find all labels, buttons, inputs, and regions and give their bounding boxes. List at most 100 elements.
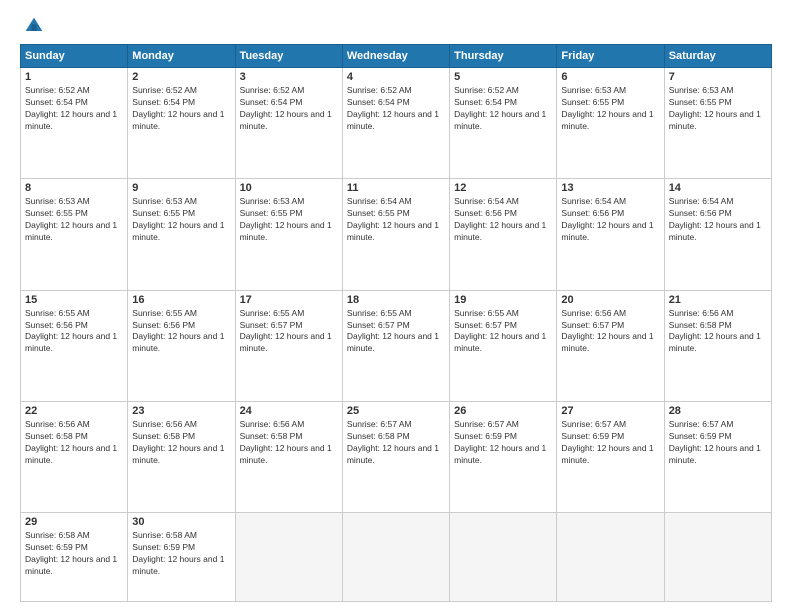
logo [20, 16, 44, 36]
day-number: 19 [454, 294, 552, 306]
day-number: 22 [25, 405, 123, 417]
day-info: Sunrise: 6:57 AM Sunset: 6:59 PM Dayligh… [454, 419, 552, 467]
day-number: 24 [240, 405, 338, 417]
day-number: 10 [240, 182, 338, 194]
day-cell: 23 Sunrise: 6:56 AM Sunset: 6:58 PM Dayl… [128, 402, 235, 513]
day-cell: 28 Sunrise: 6:57 AM Sunset: 6:59 PM Dayl… [664, 402, 771, 513]
day-cell: 15 Sunrise: 6:55 AM Sunset: 6:56 PM Dayl… [21, 290, 128, 401]
day-info: Sunrise: 6:56 AM Sunset: 6:58 PM Dayligh… [669, 308, 767, 356]
day-number: 9 [132, 182, 230, 194]
day-info: Sunrise: 6:57 AM Sunset: 6:58 PM Dayligh… [347, 419, 445, 467]
day-cell: 22 Sunrise: 6:56 AM Sunset: 6:58 PM Dayl… [21, 402, 128, 513]
day-number: 27 [561, 405, 659, 417]
day-cell: 9 Sunrise: 6:53 AM Sunset: 6:55 PM Dayli… [128, 179, 235, 290]
day-info: Sunrise: 6:52 AM Sunset: 6:54 PM Dayligh… [454, 85, 552, 133]
day-info: Sunrise: 6:53 AM Sunset: 6:55 PM Dayligh… [669, 85, 767, 133]
day-cell [450, 513, 557, 602]
day-info: Sunrise: 6:56 AM Sunset: 6:58 PM Dayligh… [25, 419, 123, 467]
day-number: 29 [25, 516, 123, 528]
page: SundayMondayTuesdayWednesdayThursdayFrid… [0, 0, 792, 612]
day-cell: 18 Sunrise: 6:55 AM Sunset: 6:57 PM Dayl… [342, 290, 449, 401]
day-cell [664, 513, 771, 602]
day-cell: 20 Sunrise: 6:56 AM Sunset: 6:57 PM Dayl… [557, 290, 664, 401]
column-header-friday: Friday [557, 45, 664, 68]
day-number: 3 [240, 71, 338, 83]
day-cell: 17 Sunrise: 6:55 AM Sunset: 6:57 PM Dayl… [235, 290, 342, 401]
day-number: 12 [454, 182, 552, 194]
day-cell: 7 Sunrise: 6:53 AM Sunset: 6:55 PM Dayli… [664, 68, 771, 179]
day-info: Sunrise: 6:52 AM Sunset: 6:54 PM Dayligh… [132, 85, 230, 133]
day-cell: 10 Sunrise: 6:53 AM Sunset: 6:55 PM Dayl… [235, 179, 342, 290]
day-number: 23 [132, 405, 230, 417]
week-row-5: 29 Sunrise: 6:58 AM Sunset: 6:59 PM Dayl… [21, 513, 772, 602]
day-number: 2 [132, 71, 230, 83]
day-info: Sunrise: 6:55 AM Sunset: 6:57 PM Dayligh… [454, 308, 552, 356]
column-header-saturday: Saturday [664, 45, 771, 68]
day-number: 18 [347, 294, 445, 306]
day-number: 13 [561, 182, 659, 194]
day-cell: 5 Sunrise: 6:52 AM Sunset: 6:54 PM Dayli… [450, 68, 557, 179]
day-cell: 16 Sunrise: 6:55 AM Sunset: 6:56 PM Dayl… [128, 290, 235, 401]
day-cell: 14 Sunrise: 6:54 AM Sunset: 6:56 PM Dayl… [664, 179, 771, 290]
day-cell: 21 Sunrise: 6:56 AM Sunset: 6:58 PM Dayl… [664, 290, 771, 401]
day-cell: 4 Sunrise: 6:52 AM Sunset: 6:54 PM Dayli… [342, 68, 449, 179]
column-header-monday: Monday [128, 45, 235, 68]
day-number: 28 [669, 405, 767, 417]
day-number: 8 [25, 182, 123, 194]
day-info: Sunrise: 6:52 AM Sunset: 6:54 PM Dayligh… [25, 85, 123, 133]
day-cell [557, 513, 664, 602]
day-number: 16 [132, 294, 230, 306]
day-info: Sunrise: 6:55 AM Sunset: 6:56 PM Dayligh… [25, 308, 123, 356]
day-info: Sunrise: 6:55 AM Sunset: 6:56 PM Dayligh… [132, 308, 230, 356]
day-number: 20 [561, 294, 659, 306]
day-cell: 26 Sunrise: 6:57 AM Sunset: 6:59 PM Dayl… [450, 402, 557, 513]
day-cell: 6 Sunrise: 6:53 AM Sunset: 6:55 PM Dayli… [557, 68, 664, 179]
day-cell: 1 Sunrise: 6:52 AM Sunset: 6:54 PM Dayli… [21, 68, 128, 179]
day-number: 11 [347, 182, 445, 194]
day-number: 4 [347, 71, 445, 83]
day-number: 25 [347, 405, 445, 417]
day-cell: 8 Sunrise: 6:53 AM Sunset: 6:55 PM Dayli… [21, 179, 128, 290]
day-number: 14 [669, 182, 767, 194]
day-number: 30 [132, 516, 230, 528]
calendar-table: SundayMondayTuesdayWednesdayThursdayFrid… [20, 44, 772, 602]
day-info: Sunrise: 6:54 AM Sunset: 6:56 PM Dayligh… [454, 196, 552, 244]
column-header-tuesday: Tuesday [235, 45, 342, 68]
day-info: Sunrise: 6:56 AM Sunset: 6:58 PM Dayligh… [132, 419, 230, 467]
day-cell: 25 Sunrise: 6:57 AM Sunset: 6:58 PM Dayl… [342, 402, 449, 513]
day-info: Sunrise: 6:53 AM Sunset: 6:55 PM Dayligh… [132, 196, 230, 244]
day-info: Sunrise: 6:54 AM Sunset: 6:56 PM Dayligh… [669, 196, 767, 244]
day-info: Sunrise: 6:57 AM Sunset: 6:59 PM Dayligh… [669, 419, 767, 467]
day-info: Sunrise: 6:56 AM Sunset: 6:58 PM Dayligh… [240, 419, 338, 467]
column-header-thursday: Thursday [450, 45, 557, 68]
day-info: Sunrise: 6:58 AM Sunset: 6:59 PM Dayligh… [132, 530, 230, 578]
week-row-4: 22 Sunrise: 6:56 AM Sunset: 6:58 PM Dayl… [21, 402, 772, 513]
day-info: Sunrise: 6:54 AM Sunset: 6:56 PM Dayligh… [561, 196, 659, 244]
column-header-sunday: Sunday [21, 45, 128, 68]
day-info: Sunrise: 6:53 AM Sunset: 6:55 PM Dayligh… [25, 196, 123, 244]
day-info: Sunrise: 6:53 AM Sunset: 6:55 PM Dayligh… [240, 196, 338, 244]
day-cell: 30 Sunrise: 6:58 AM Sunset: 6:59 PM Dayl… [128, 513, 235, 602]
day-info: Sunrise: 6:55 AM Sunset: 6:57 PM Dayligh… [240, 308, 338, 356]
day-info: Sunrise: 6:58 AM Sunset: 6:59 PM Dayligh… [25, 530, 123, 578]
day-number: 6 [561, 71, 659, 83]
day-info: Sunrise: 6:53 AM Sunset: 6:55 PM Dayligh… [561, 85, 659, 133]
week-row-1: 1 Sunrise: 6:52 AM Sunset: 6:54 PM Dayli… [21, 68, 772, 179]
day-cell [235, 513, 342, 602]
day-number: 15 [25, 294, 123, 306]
day-number: 7 [669, 71, 767, 83]
day-cell: 24 Sunrise: 6:56 AM Sunset: 6:58 PM Dayl… [235, 402, 342, 513]
day-cell: 13 Sunrise: 6:54 AM Sunset: 6:56 PM Dayl… [557, 179, 664, 290]
day-cell: 27 Sunrise: 6:57 AM Sunset: 6:59 PM Dayl… [557, 402, 664, 513]
week-row-2: 8 Sunrise: 6:53 AM Sunset: 6:55 PM Dayli… [21, 179, 772, 290]
header-row: SundayMondayTuesdayWednesdayThursdayFrid… [21, 45, 772, 68]
day-cell: 19 Sunrise: 6:55 AM Sunset: 6:57 PM Dayl… [450, 290, 557, 401]
week-row-3: 15 Sunrise: 6:55 AM Sunset: 6:56 PM Dayl… [21, 290, 772, 401]
day-info: Sunrise: 6:55 AM Sunset: 6:57 PM Dayligh… [347, 308, 445, 356]
day-cell: 2 Sunrise: 6:52 AM Sunset: 6:54 PM Dayli… [128, 68, 235, 179]
day-number: 26 [454, 405, 552, 417]
day-cell: 29 Sunrise: 6:58 AM Sunset: 6:59 PM Dayl… [21, 513, 128, 602]
day-info: Sunrise: 6:52 AM Sunset: 6:54 PM Dayligh… [347, 85, 445, 133]
day-cell [342, 513, 449, 602]
day-cell: 3 Sunrise: 6:52 AM Sunset: 6:54 PM Dayli… [235, 68, 342, 179]
